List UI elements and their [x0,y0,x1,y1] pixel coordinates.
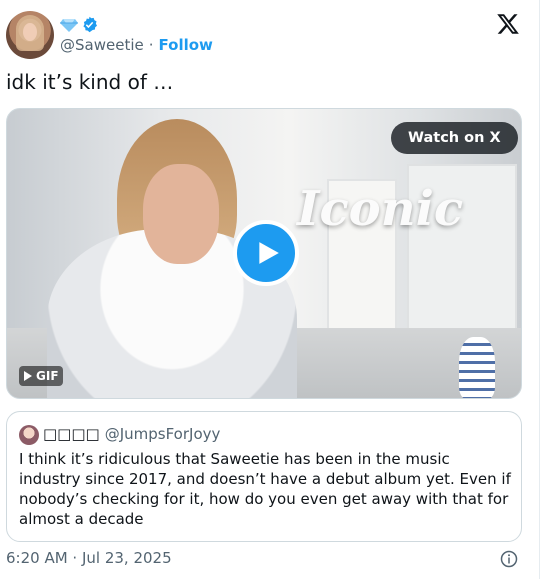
author-handle-row: @Saweetie · Follow [60,36,213,54]
gif-overlay-text: Iconic [297,181,464,237]
quoted-author-avatar [19,425,39,445]
gif-badge: GIF [19,366,63,386]
author-badges [60,16,98,33]
tweet-card: @Saweetie · Follow idk it’s kind of … Ic… [0,0,540,579]
quoted-author-name: □□□□ [43,425,100,443]
author-avatar[interactable] [6,11,54,59]
verified-icon [83,16,98,33]
x-logo-icon[interactable] [496,12,520,36]
quoted-author-handle: @JumpsForJoyy [104,425,221,443]
quoted-tweet-text: I think it’s ridiculous that Saweetie ha… [19,450,511,528]
gif-label: GIF [36,369,59,383]
vase-image [459,337,495,398]
quoted-author-row: □□□□ @JumpsForJoyy [43,425,220,443]
quoted-tweet[interactable]: □□□□ @JumpsForJoyy I think it’s ridiculo… [6,411,522,542]
info-icon[interactable] [500,550,518,568]
follow-button[interactable]: Follow [159,36,213,54]
media-gif[interactable]: Iconic Watch on X GIF [6,108,522,399]
tweet-timestamp[interactable]: 6:20 AM · Jul 23, 2025 [6,549,172,567]
play-icon [259,242,279,264]
diamond-icon [60,18,78,32]
watch-on-x-button[interactable]: Watch on X [391,122,518,154]
person-face-image [143,164,219,264]
play-button[interactable] [233,220,299,286]
play-small-icon [24,371,32,381]
separator-dot: · [148,36,154,54]
tweet-text: idk it’s kind of … [6,70,174,94]
author-handle[interactable]: @Saweetie [60,36,144,54]
